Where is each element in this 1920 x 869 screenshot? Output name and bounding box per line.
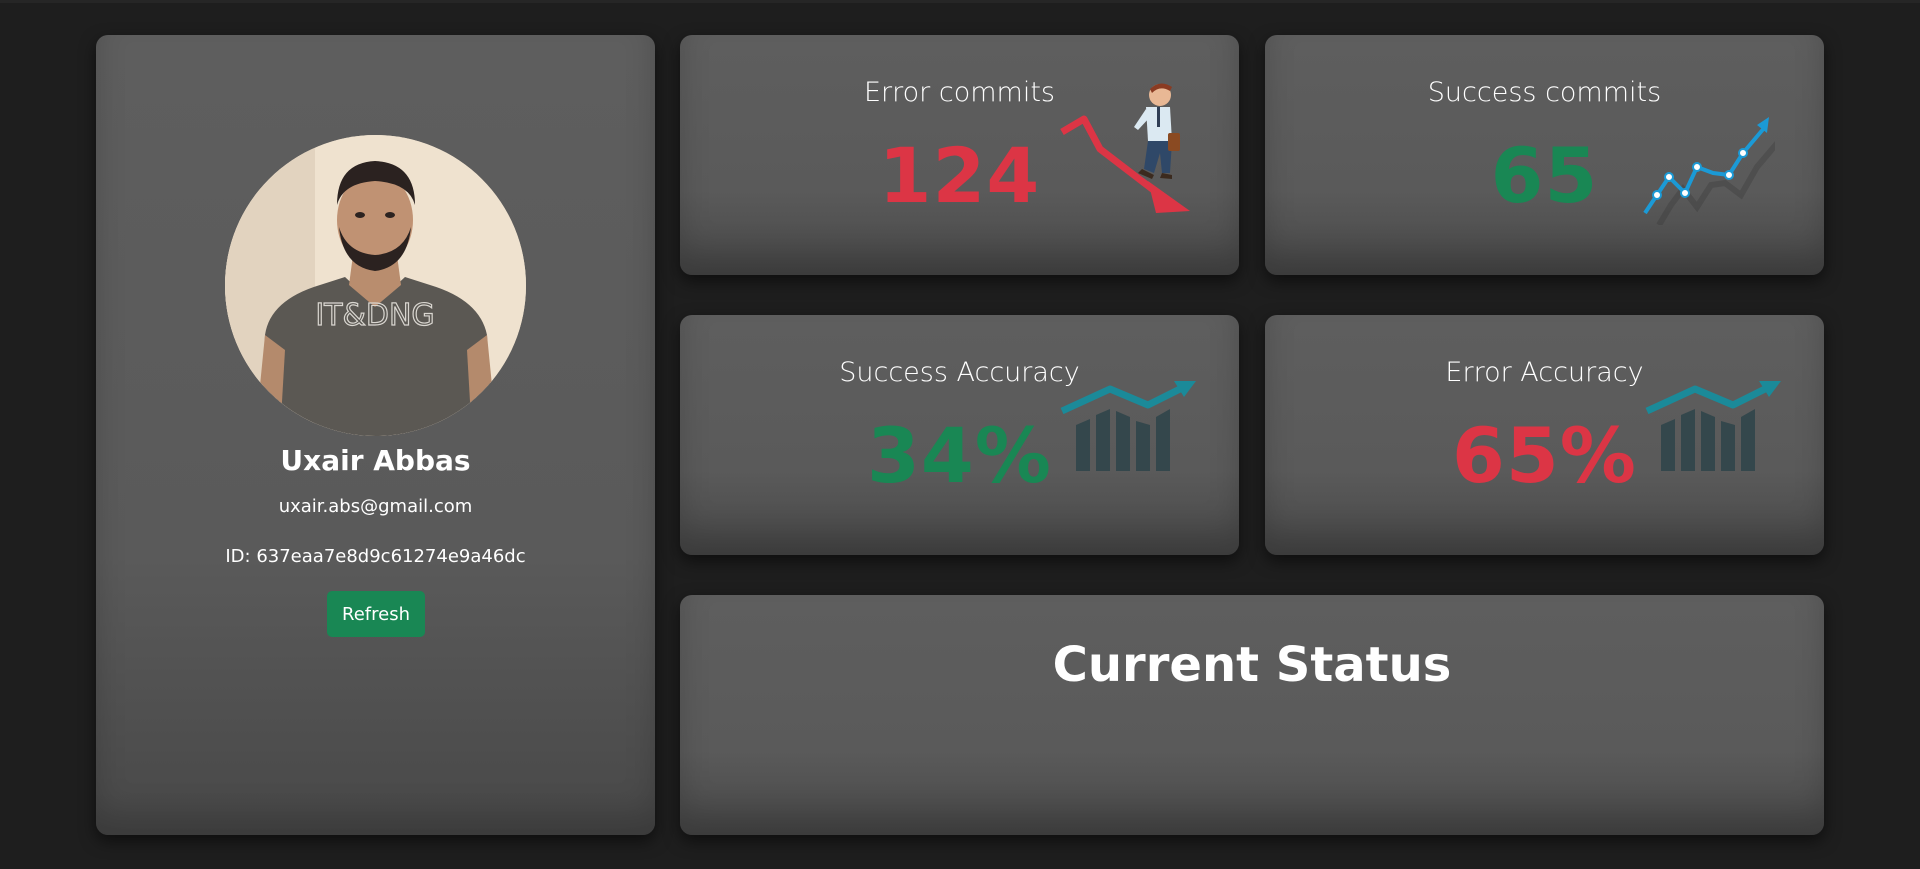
refresh-button[interactable]: Refresh: [327, 591, 425, 637]
current-status-title: Current Status: [1052, 637, 1452, 693]
profile-card: IT&DNG Uxair Abbas uxair.abs@gmail.com I…: [96, 35, 655, 835]
avatar: IT&DNG: [225, 135, 526, 436]
error-commits-card: Error commits 124: [680, 35, 1239, 275]
falling-chart-man-icon: [1060, 83, 1190, 213]
growth-bar-chart-icon: [1060, 381, 1196, 471]
profile-name: Uxair Abbas: [280, 444, 471, 477]
success-accuracy-card: Success Accuracy 34%: [680, 315, 1239, 555]
success-commits-title: Success commits: [1427, 77, 1662, 108]
avatar-photo: IT&DNG: [225, 135, 526, 436]
top-divider: [0, 0, 1920, 3]
growth-bar-chart-icon: [1645, 381, 1781, 471]
rising-line-chart-icon: [1643, 117, 1775, 225]
error-accuracy-card: Error Accuracy 65%: [1265, 315, 1824, 555]
shirt-print: IT&DNG: [315, 298, 434, 333]
profile-id: ID: 637eaa7e8d9c61274e9a46dc: [225, 546, 526, 567]
current-status-card: Current Status: [680, 595, 1824, 835]
dashboard-page: IT&DNG Uxair Abbas uxair.abs@gmail.com I…: [0, 0, 1920, 869]
profile-email: uxair.abs@gmail.com: [278, 496, 473, 517]
success-commits-card: Success commits 65: [1265, 35, 1824, 275]
